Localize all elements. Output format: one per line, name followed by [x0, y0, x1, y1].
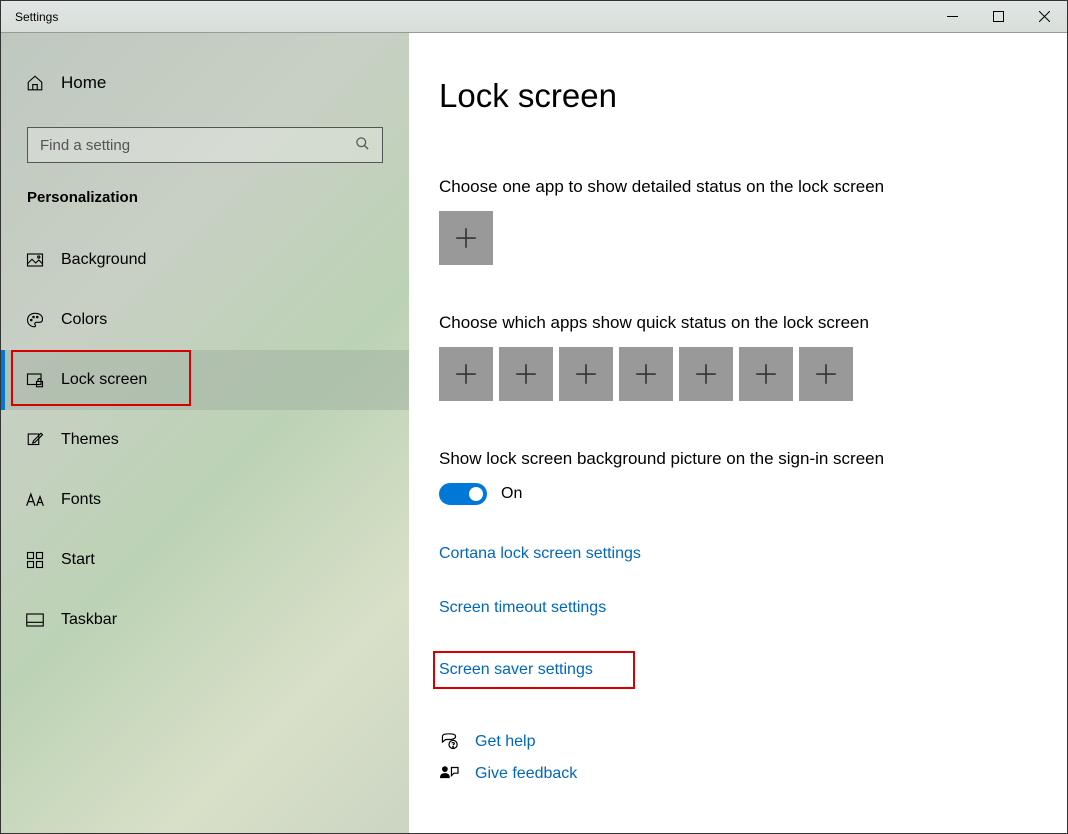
- maximize-button[interactable]: [975, 1, 1021, 33]
- add-quick-app-button-2[interactable]: [499, 347, 553, 401]
- sidebar-item-label: Colors: [61, 311, 107, 329]
- help-icon: [439, 733, 459, 751]
- page-title: Lock screen: [439, 77, 1067, 115]
- search-input[interactable]: [40, 137, 355, 154]
- sidebar-item-start[interactable]: Start: [1, 530, 409, 590]
- sidebar-item-label: Themes: [61, 431, 119, 449]
- sidebar-item-label: Fonts: [61, 491, 101, 509]
- sidebar-item-label: Taskbar: [61, 611, 117, 629]
- sidebar-item-label: Background: [61, 251, 146, 269]
- add-quick-app-button-1[interactable]: [439, 347, 493, 401]
- get-help-row[interactable]: Get help: [439, 733, 1067, 751]
- toggle-state-label: On: [501, 485, 522, 503]
- fonts-icon: [25, 492, 45, 508]
- window-title: Settings: [15, 10, 58, 24]
- sidebar-item-taskbar[interactable]: Taskbar: [1, 590, 409, 650]
- home-label: Home: [61, 73, 106, 93]
- search-icon: [355, 136, 370, 155]
- add-quick-app-button-7[interactable]: [799, 347, 853, 401]
- home-button[interactable]: Home: [1, 63, 409, 103]
- sidebar-item-background[interactable]: Background: [1, 230, 409, 290]
- signin-picture-label: Show lock screen background picture on t…: [439, 449, 1067, 469]
- sidebar-item-lock-screen[interactable]: Lock screen: [1, 350, 409, 410]
- feedback-icon: [439, 765, 459, 783]
- taskbar-icon: [25, 613, 45, 627]
- nav-list: Background Colors Lock screen Themes: [1, 230, 409, 650]
- category-title: Personalization: [1, 163, 409, 206]
- detailed-status-label: Choose one app to show detailed status o…: [439, 177, 1067, 197]
- add-quick-app-button-4[interactable]: [619, 347, 673, 401]
- close-button[interactable]: [1021, 1, 1067, 33]
- quick-status-label: Choose which apps show quick status on t…: [439, 313, 1067, 333]
- main-content: Lock screen Choose one app to show detai…: [409, 33, 1067, 833]
- lock-screen-icon: [25, 371, 45, 389]
- sidebar-item-fonts[interactable]: Fonts: [1, 470, 409, 530]
- minimize-button[interactable]: [929, 1, 975, 33]
- sidebar-item-label: Lock screen: [61, 371, 147, 389]
- sidebar-item-label: Start: [61, 551, 95, 569]
- sidebar: Home Personalization Background: [1, 33, 409, 833]
- timeout-link[interactable]: Screen timeout settings: [439, 599, 606, 617]
- add-quick-app-button-3[interactable]: [559, 347, 613, 401]
- start-icon: [25, 551, 45, 569]
- palette-icon: [25, 311, 45, 329]
- themes-icon: [25, 431, 45, 449]
- cortana-link[interactable]: Cortana lock screen settings: [439, 545, 641, 563]
- sidebar-item-themes[interactable]: Themes: [1, 410, 409, 470]
- search-input-wrap[interactable]: [27, 127, 383, 163]
- signin-picture-toggle[interactable]: [439, 483, 487, 505]
- help-link[interactable]: Get help: [475, 733, 535, 751]
- picture-icon: [25, 251, 45, 269]
- feedback-row[interactable]: Give feedback: [439, 765, 1067, 783]
- add-quick-app-button-6[interactable]: [739, 347, 793, 401]
- sidebar-item-colors[interactable]: Colors: [1, 290, 409, 350]
- add-detailed-app-button[interactable]: [439, 211, 493, 265]
- screensaver-link[interactable]: Screen saver settings: [439, 661, 593, 679]
- titlebar: Settings: [1, 1, 1067, 33]
- add-quick-app-button-5[interactable]: [679, 347, 733, 401]
- home-icon: [25, 74, 45, 92]
- feedback-link[interactable]: Give feedback: [475, 765, 577, 783]
